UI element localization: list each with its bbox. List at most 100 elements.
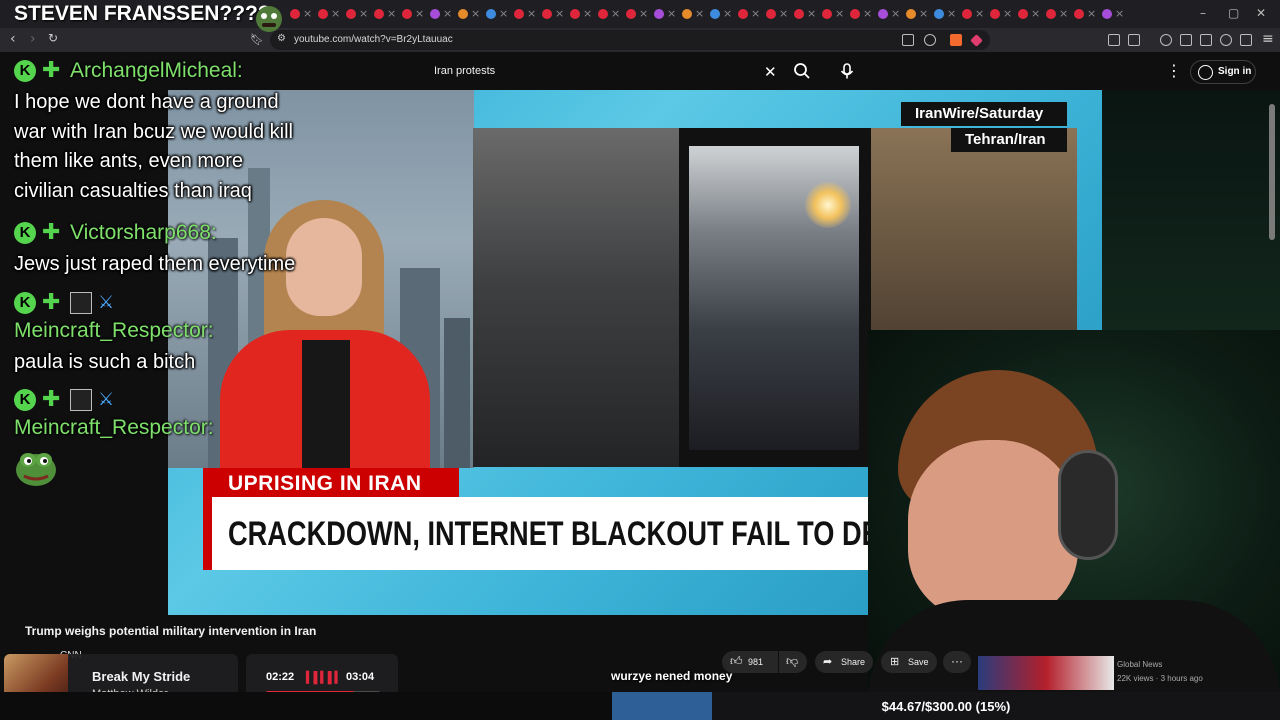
browser-tab[interactable] [542, 9, 552, 19]
browser-tab[interactable] [570, 9, 580, 19]
close-tab-icon[interactable]: × [751, 7, 760, 20]
sidebar-icon[interactable] [1180, 34, 1192, 46]
close-tab-icon[interactable]: × [1031, 7, 1040, 20]
close-tab-icon[interactable]: × [443, 7, 452, 20]
address-bar[interactable]: ⚙ youtube.com/watch?v=Br2yLtauuac [270, 30, 990, 50]
recommended-thumbnail[interactable] [978, 656, 1114, 690]
close-tab-icon[interactable]: × [639, 7, 648, 20]
browser-tab[interactable] [878, 9, 888, 19]
close-tab-icon[interactable]: × [863, 7, 872, 20]
close-tab-icon[interactable]: × [947, 7, 956, 20]
close-tab-icon[interactable]: × [415, 7, 424, 20]
more-actions-button[interactable]: ··· [943, 651, 971, 673]
close-tab-icon[interactable]: × [1059, 7, 1068, 20]
back-icon[interactable]: ‹ [10, 31, 16, 47]
browser-tab[interactable] [822, 9, 832, 19]
browser-tab[interactable] [766, 9, 776, 19]
forward-icon[interactable]: › [30, 31, 36, 47]
scrollbar-thumb[interactable] [1269, 104, 1275, 240]
browser-tab[interactable] [906, 9, 916, 19]
browser-tab[interactable] [458, 9, 468, 19]
search-input[interactable]: Iran protests ✕ [424, 60, 786, 84]
browser-tab[interactable] [710, 9, 720, 19]
screen-cast-icon[interactable] [902, 34, 914, 46]
recommended-channel[interactable]: Global News [1117, 660, 1162, 669]
close-tab-icon[interactable]: × [1003, 7, 1012, 20]
maximize-icon[interactable]: ▢ [1228, 6, 1239, 20]
browser-tab[interactable] [850, 9, 860, 19]
browser-tab[interactable] [318, 9, 328, 19]
browser-tab[interactable] [1018, 9, 1028, 19]
close-tab-icon[interactable]: × [555, 7, 564, 20]
bookmark-icon[interactable]: 🔖︎ [250, 33, 264, 46]
close-tab-icon[interactable]: × [667, 7, 676, 20]
browser-tab[interactable] [486, 9, 496, 19]
video-title[interactable]: Trump weighs potential military interven… [25, 624, 316, 638]
close-tab-icon[interactable]: × [499, 7, 508, 20]
browser-tab[interactable] [682, 9, 692, 19]
close-tab-icon[interactable]: × [807, 7, 816, 20]
close-tab-icon[interactable]: × [387, 7, 396, 20]
browser-tab[interactable] [626, 9, 636, 19]
microphone-icon[interactable] [838, 62, 856, 80]
browser-tab[interactable] [962, 9, 972, 19]
thumbs-up-icon: 👍︎ [730, 654, 743, 668]
close-tab-icon[interactable]: × [471, 7, 480, 20]
more-options-icon[interactable]: ⋮ [1166, 61, 1182, 80]
browser-tab[interactable] [934, 9, 944, 19]
broken-badge-icon [70, 389, 92, 411]
close-tab-icon[interactable]: × [695, 7, 704, 20]
close-tab-icon[interactable]: × [583, 7, 592, 20]
browser-tab[interactable] [1102, 9, 1112, 19]
vpn-icon[interactable] [1240, 34, 1252, 46]
street-light [805, 182, 851, 228]
extensions-icon[interactable] [1108, 34, 1120, 46]
browser-tab[interactable] [514, 9, 524, 19]
page-scrollbar[interactable] [1268, 90, 1276, 690]
browser-tab[interactable] [430, 9, 440, 19]
browser-tab[interactable] [654, 9, 664, 19]
close-tab-icon[interactable]: × [779, 7, 788, 20]
sign-in-button[interactable]: Sign in [1190, 60, 1256, 84]
close-tab-icon[interactable]: × [331, 7, 340, 20]
share-button[interactable]: ➦ Share [815, 651, 873, 673]
minimize-icon[interactable]: – [1200, 6, 1206, 20]
media-icon[interactable] [1128, 34, 1140, 46]
close-tab-icon[interactable]: × [527, 7, 536, 20]
clear-search-icon[interactable]: ✕ [764, 63, 777, 81]
browser-tab[interactable] [290, 9, 300, 19]
close-tab-icon[interactable]: × [891, 7, 900, 20]
browser-tab[interactable] [738, 9, 748, 19]
music-icon[interactable] [1160, 34, 1172, 46]
browser-menu-icon[interactable]: ≡ [1262, 31, 1274, 47]
browser-tab[interactable] [1046, 9, 1056, 19]
site-info-icon[interactable]: ⚙ [277, 33, 286, 44]
browser-tab[interactable] [402, 9, 412, 19]
close-tab-icon[interactable]: × [919, 7, 928, 20]
close-tab-icon[interactable]: × [835, 7, 844, 20]
browser-tab[interactable] [598, 9, 608, 19]
sword-badge-icon: ⚔ [98, 292, 115, 313]
browser-tab[interactable] [374, 9, 384, 19]
close-tab-icon[interactable]: × [723, 7, 732, 20]
search-icon[interactable] [793, 62, 811, 80]
browser-tab[interactable] [346, 9, 356, 19]
close-tab-icon[interactable]: × [611, 7, 620, 20]
brave-shield-icon[interactable] [950, 34, 962, 46]
close-tab-icon[interactable]: × [359, 7, 368, 20]
share-page-icon[interactable] [924, 34, 936, 46]
reload-icon[interactable]: ↻ [48, 31, 58, 45]
close-window-icon[interactable]: ✕ [1256, 6, 1266, 20]
save-button[interactable]: ⊞ Save [881, 651, 937, 673]
browser-tab[interactable] [990, 9, 1000, 19]
browser-tab[interactable] [794, 9, 804, 19]
downloads-icon[interactable] [1220, 34, 1232, 46]
dislike-button[interactable]: 👎︎ [779, 651, 807, 673]
close-tab-icon[interactable]: × [1115, 7, 1124, 20]
browser-tab[interactable] [1074, 9, 1084, 19]
close-tab-icon[interactable]: × [303, 7, 312, 20]
close-tab-icon[interactable]: × [975, 7, 984, 20]
wallet-icon[interactable] [1200, 34, 1212, 46]
save-icon: ⊞ [890, 656, 900, 668]
close-tab-icon[interactable]: × [1087, 7, 1096, 20]
